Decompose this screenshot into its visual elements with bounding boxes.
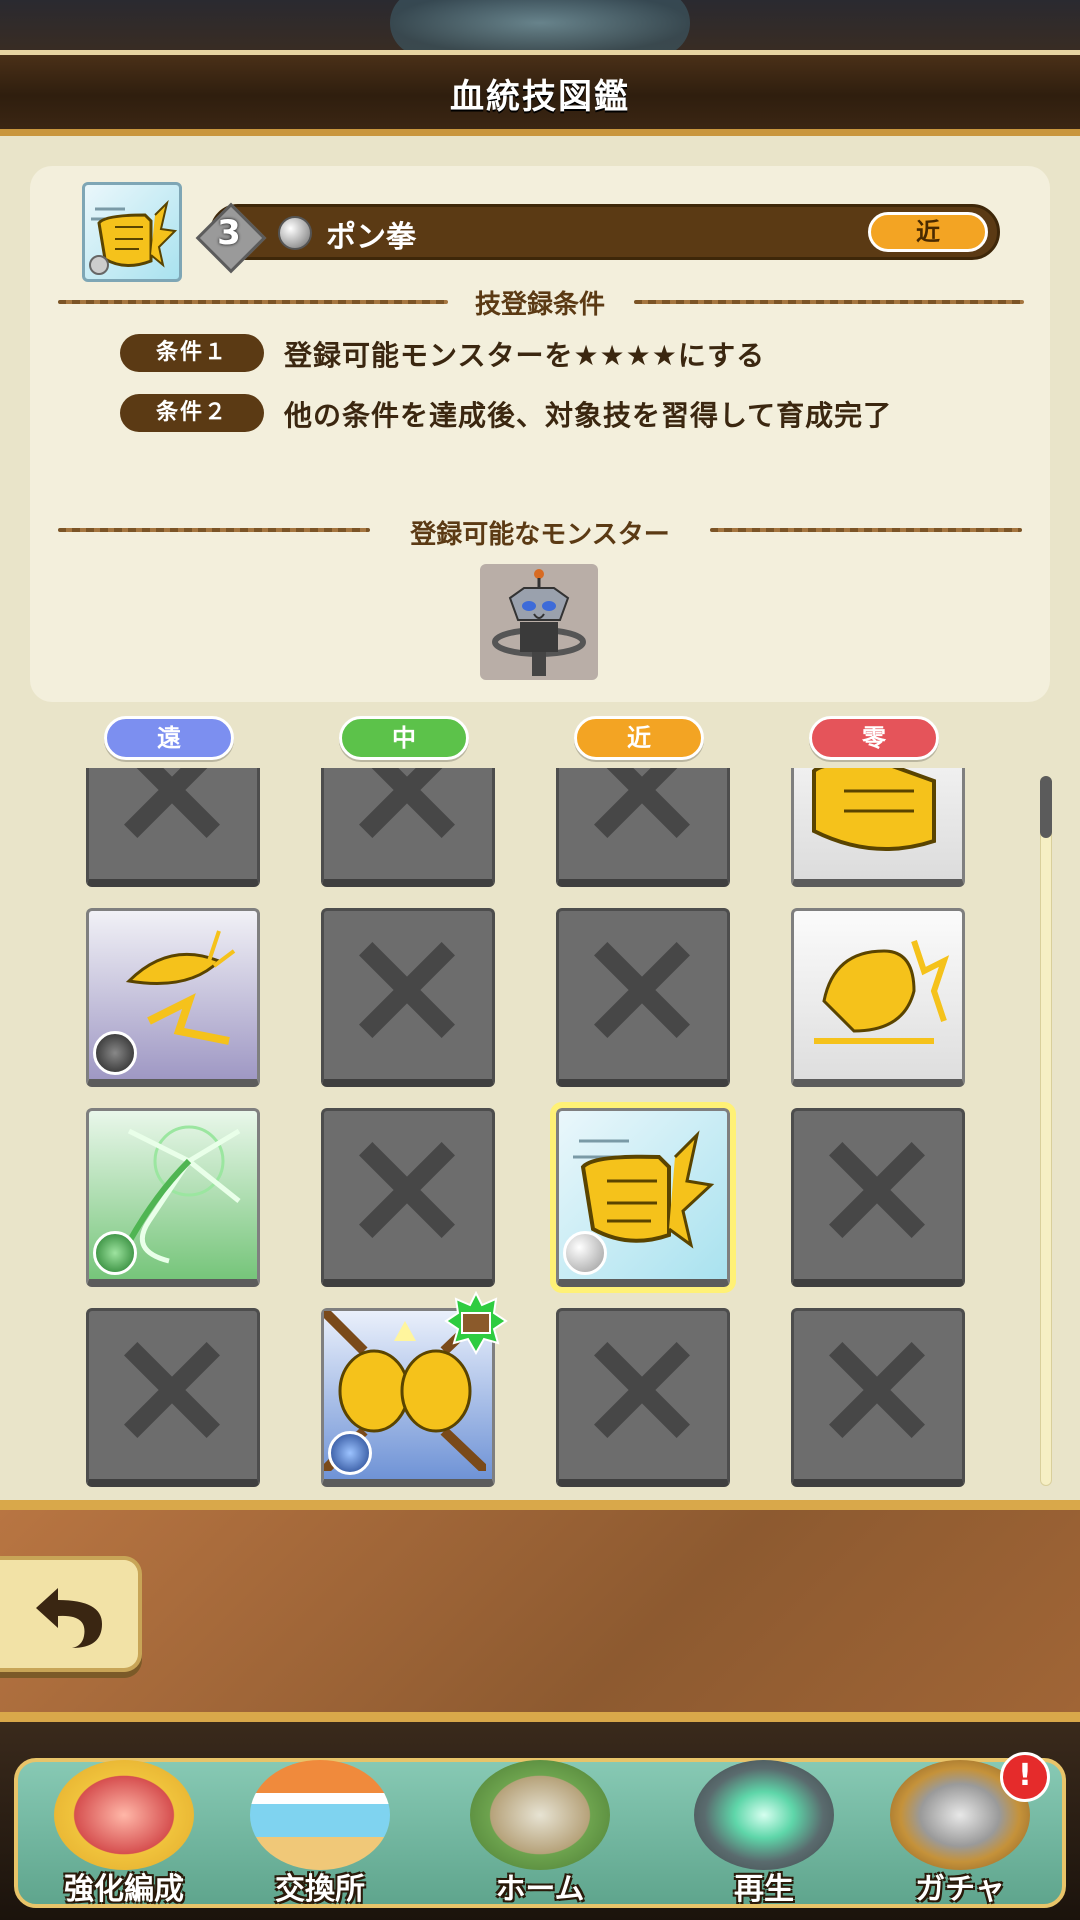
top-backdrop <box>0 0 1080 56</box>
locked-skill-cell[interactable] <box>791 1108 965 1287</box>
nav-label: 再生 <box>734 1872 794 1907</box>
locked-skill-cell[interactable] <box>86 768 260 887</box>
nav-label: 交換所 <box>275 1872 365 1907</box>
skill-dark-burst[interactable] <box>86 908 260 1087</box>
locked-skill-cell[interactable] <box>86 1308 260 1487</box>
tab-near[interactable]: 近 <box>574 716 704 760</box>
back-button[interactable] <box>0 1556 142 1672</box>
grid-scrollbar[interactable] <box>1040 776 1052 1486</box>
locked-skill-cell[interactable] <box>556 1308 730 1487</box>
nav-home[interactable]: ホーム <box>452 1740 628 1910</box>
skill-green-beam[interactable] <box>86 1108 260 1287</box>
tab-far[interactable]: 遠 <box>104 716 234 760</box>
neutral-element-icon <box>278 216 312 250</box>
locked-skill-cell[interactable] <box>321 1108 495 1287</box>
dark-element-icon <box>93 1031 137 1075</box>
condition-2-text: 他の条件を達成後、対象技を習得して育成完了 <box>284 399 893 432</box>
page-title: 血統技図鑑 <box>450 77 630 117</box>
monsters-title: 登録可能なモンスター <box>410 520 670 550</box>
selected-skill-icon <box>82 182 182 282</box>
monster-team-icon <box>54 1760 194 1870</box>
revive-altar-icon <box>694 1760 834 1870</box>
conditions-title: 技登録条件 <box>474 290 605 320</box>
locked-skill-cell[interactable] <box>321 768 495 887</box>
condition-2-label: 条件２ <box>120 394 264 432</box>
nav-gacha[interactable]: ! ガチャ <box>872 1740 1050 1910</box>
nav-label: ホーム <box>495 1872 585 1907</box>
skill-yellow-creature[interactable] <box>791 908 965 1087</box>
skill-level: 3 <box>217 213 241 253</box>
skill-level-badge: 3 <box>195 202 267 274</box>
nav-upgrade-team[interactable]: 強化編成 <box>36 1740 212 1910</box>
skill-name: ポン拳 <box>326 220 416 255</box>
nav-revive[interactable]: 再生 <box>676 1740 852 1910</box>
back-arrow-icon <box>36 1588 102 1648</box>
neutral-element-icon <box>563 1231 607 1275</box>
monster-thumbnail[interactable] <box>480 564 598 680</box>
water-element-icon <box>328 1431 372 1475</box>
shop-icon <box>250 1760 390 1870</box>
grid-scrollbar-thumb[interactable] <box>1040 776 1052 838</box>
divider <box>634 300 1024 304</box>
alert-badge: ! <box>1000 1752 1050 1802</box>
tab-zero[interactable]: 零 <box>809 716 939 760</box>
skill-grid <box>0 768 1040 1488</box>
divider <box>58 528 370 532</box>
nav-label: 強化編成 <box>64 1872 184 1907</box>
nav-label: ガチャ <box>915 1872 1005 1907</box>
divider <box>58 300 448 304</box>
locked-skill-cell[interactable] <box>556 768 730 887</box>
description-panel <box>0 1500 1080 1722</box>
locked-skill-cell[interactable] <box>321 908 495 1087</box>
locked-skill-cell[interactable] <box>791 1308 965 1487</box>
nav-exchange[interactable]: 交換所 <box>232 1740 408 1910</box>
divider <box>710 528 1022 532</box>
skill-pon-fist-selected[interactable] <box>550 1102 736 1293</box>
skill-fist-partial[interactable] <box>791 768 965 887</box>
book-new-icon <box>444 1291 508 1355</box>
home-island-icon <box>470 1760 610 1870</box>
skill-range-badge: 近 <box>868 212 988 252</box>
condition-1-label: 条件１ <box>120 334 264 372</box>
wind-element-icon <box>93 1231 137 1275</box>
tab-mid[interactable]: 中 <box>339 716 469 760</box>
page-header: 血統技図鑑 <box>0 50 1080 136</box>
skill-double-fist[interactable] <box>320 1291 508 1487</box>
locked-skill-cell[interactable] <box>556 908 730 1087</box>
condition-1-text: 登録可能モンスターを★★★★にする <box>284 339 766 372</box>
